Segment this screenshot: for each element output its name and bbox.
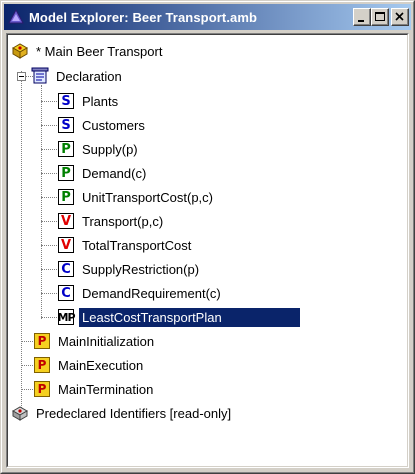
procedure-label: MainTermination	[58, 381, 154, 397]
variable-icon: V	[57, 212, 75, 230]
tree-item-label: SupplyRestriction(p)	[82, 261, 200, 277]
predeclared-label: Predeclared Identifiers [read-only]	[36, 405, 232, 421]
minimize-icon	[358, 20, 364, 22]
procedure-main-execution[interactable]: P MainExecution	[33, 354, 146, 376]
tree-item-supply[interactable]: P Supply(p)	[57, 138, 141, 160]
window-frame: Model Explorer: Beer Transport.amb * Mai…	[1, 1, 414, 473]
tree-item-total-transport-cost[interactable]: V TotalTransportCost	[57, 234, 194, 256]
tree-item-label: Demand(c)	[82, 165, 147, 181]
model-root-icon	[11, 42, 29, 60]
tree-item-label: TotalTransportCost	[82, 237, 192, 253]
aimms-app-icon	[8, 8, 24, 25]
tree-item-transport[interactable]: V Transport(p,c)	[57, 210, 166, 232]
variable-icon: V	[57, 236, 75, 254]
maximize-button[interactable]	[371, 8, 389, 26]
tree-root-node[interactable]: * Main Beer Transport	[11, 40, 165, 62]
model-tree[interactable]: * Main Beer Transport Declaration S Plan…	[7, 34, 408, 467]
constraint-icon: C	[57, 284, 75, 302]
tree-item-label: UnitTransportCost(p,c)	[82, 189, 213, 205]
tree-root-label: * Main Beer Transport	[36, 43, 163, 59]
constraint-icon: C	[57, 260, 75, 278]
tree-item-unit-transport-cost[interactable]: P UnitTransportCost(p,c)	[57, 186, 216, 208]
procedure-main-initialization[interactable]: P MainInitialization	[33, 330, 157, 352]
declaration-node[interactable]: Declaration	[31, 65, 125, 87]
close-button[interactable]	[391, 8, 409, 26]
math-program-icon: MP	[57, 309, 76, 325]
set-icon: S	[57, 92, 75, 110]
procedure-main-termination[interactable]: P MainTermination	[33, 378, 156, 400]
tree-line	[41, 85, 42, 319]
procedure-label: MainInitialization	[58, 333, 155, 349]
predeclared-identifiers-node[interactable]: Predeclared Identifiers [read-only]	[11, 402, 234, 424]
window-controls	[353, 8, 409, 26]
parameter-icon: P	[57, 140, 75, 158]
tree-item-label: LeastCostTransportPlan	[79, 307, 300, 327]
tree-item-least-cost-transport-plan[interactable]: MP LeastCostTransportPlan	[57, 306, 300, 328]
tree-item-label: Supply(p)	[82, 141, 138, 157]
parameter-icon: P	[57, 164, 75, 182]
tree-item-demand[interactable]: P Demand(c)	[57, 162, 149, 184]
tree-item-label: Customers	[82, 117, 145, 133]
model-explorer-window: Model Explorer: Beer Transport.amb * Mai…	[0, 0, 415, 474]
tree-item-demand-requirement[interactable]: C DemandRequirement(c)	[57, 282, 224, 304]
tree-frame: * Main Beer Transport Declaration S Plan…	[6, 33, 409, 468]
tree-item-supply-restriction[interactable]: C SupplyRestriction(p)	[57, 258, 202, 280]
tree-item-customers[interactable]: S Customers	[57, 114, 148, 136]
set-icon: S	[57, 116, 75, 134]
procedure-label: MainExecution	[58, 357, 144, 373]
collapse-declaration-toggle[interactable]	[17, 72, 26, 81]
tree-item-plants[interactable]: S Plants	[57, 90, 121, 112]
procedure-icon: P	[33, 380, 51, 398]
procedure-icon: P	[33, 332, 51, 350]
tree-item-label: Transport(p,c)	[82, 213, 164, 229]
parameter-icon: P	[57, 188, 75, 206]
tree-item-label: DemandRequirement(c)	[82, 285, 221, 301]
title-bar[interactable]: Model Explorer: Beer Transport.amb	[4, 4, 411, 30]
declaration-icon	[31, 67, 49, 85]
minimize-button[interactable]	[353, 8, 371, 26]
predeclared-icon	[11, 404, 29, 422]
declaration-label: Declaration	[56, 68, 122, 84]
tree-item-label: Plants	[82, 93, 119, 109]
close-icon	[395, 12, 404, 21]
window-title: Model Explorer: Beer Transport.amb	[29, 9, 258, 25]
procedure-icon: P	[33, 356, 51, 374]
maximize-icon	[375, 12, 385, 21]
